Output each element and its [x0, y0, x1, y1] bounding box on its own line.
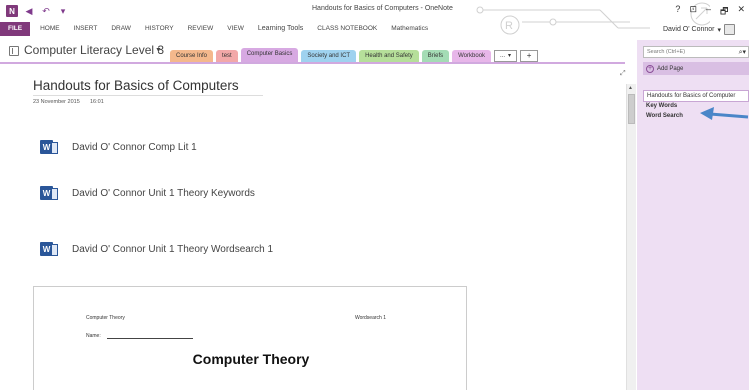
notebook-name[interactable]: Computer Literacy Level 3	[24, 43, 164, 57]
quick-access-toolbar: N ◀ ↶ ▾	[6, 5, 69, 17]
section-tab-course-info[interactable]: Course Info	[170, 50, 214, 62]
scrollbar-thumb[interactable]	[628, 94, 635, 124]
page-date: 23 November 2015	[33, 99, 80, 105]
tab-insert[interactable]: INSERT	[67, 22, 105, 36]
onenote-logo-icon: N	[6, 5, 18, 17]
section-tab-health-and-safety[interactable]: Health and Safety	[359, 50, 419, 62]
tab-review[interactable]: REVIEW	[181, 22, 221, 36]
section-tab-test[interactable]: test	[216, 50, 238, 62]
section-tabs: Course Info test Computer Basics Society…	[170, 48, 539, 62]
user-account[interactable]: David O' Connor ▾	[663, 24, 735, 35]
printout-course: Computer Theory	[86, 315, 125, 321]
annotation-arrow-icon	[700, 107, 749, 120]
tab-home[interactable]: HOME	[33, 22, 67, 36]
back-icon[interactable]: ◀	[23, 5, 35, 17]
tab-view[interactable]: VIEW	[220, 22, 251, 36]
window-title: Handouts for Basics of Computers - OneNo…	[312, 5, 453, 12]
ribbon-tabs: FILE HOME INSERT DRAW HISTORY REVIEW VIE…	[0, 22, 435, 36]
notebook-icon[interactable]	[9, 46, 19, 56]
printout-heading: Computer Theory	[192, 351, 310, 367]
tab-mathematics[interactable]: Mathematics	[384, 22, 435, 36]
close-icon[interactable]: ✕	[737, 4, 745, 20]
printout-name-line	[107, 338, 193, 339]
add-section-button[interactable]: +	[520, 50, 539, 62]
attachment-item[interactable]: W David O' Connor Unit 1 Theory Wordsear…	[40, 242, 273, 256]
section-tab-briefs[interactable]: Briefs	[421, 50, 450, 62]
document-printout: Computer Theory Wordsearch 1 Name: Compu…	[33, 286, 467, 390]
attachment-name: David O' Connor Comp Lit 1	[72, 141, 197, 153]
section-tab-workbook[interactable]: Workbook	[452, 50, 492, 62]
word-doc-icon: W	[40, 242, 58, 256]
word-doc-icon: W	[40, 140, 58, 154]
add-icon: +	[646, 64, 654, 73]
expand-icon[interactable]: ⤢	[620, 70, 626, 78]
more-sections-button[interactable]: ... ▾	[494, 50, 518, 62]
add-page-label: Add Page	[657, 65, 684, 72]
add-page-button[interactable]: + Add Page	[643, 62, 749, 75]
search-placeholder: Search (Ctrl+E)	[647, 49, 686, 55]
svg-text:R: R	[505, 20, 513, 32]
attachment-item[interactable]: W David O' Connor Comp Lit 1	[40, 140, 197, 154]
printout-name-label: Name:	[86, 333, 101, 339]
undo-icon[interactable]: ↶	[40, 5, 52, 17]
more-sections-label: ...	[500, 53, 506, 59]
ribbon-display-icon[interactable]: ⊡	[689, 4, 697, 20]
page-list-pane: Search (Ctrl+E) ⌕▾ + Add Page Handouts f…	[637, 40, 749, 390]
tab-class-notebook[interactable]: CLASS NOTEBOOK	[310, 22, 384, 36]
section-tab-computer-basics[interactable]: Computer Basics	[240, 48, 299, 62]
help-icon[interactable]: ?	[675, 4, 680, 20]
search-icon[interactable]: ⌕▾	[739, 48, 746, 57]
tab-learning-tools[interactable]: Learning Tools	[251, 22, 310, 36]
window-controls: ? ⊡ – 🗗 ✕	[675, 4, 745, 20]
word-doc-icon: W	[40, 186, 58, 200]
user-name-label: David O' Connor	[662, 26, 715, 33]
section-tab-society-and-ict[interactable]: Society and ICT	[301, 50, 357, 62]
tab-file[interactable]: FILE	[0, 22, 31, 36]
vertical-scrollbar[interactable]: ▲	[626, 84, 636, 390]
page-canvas[interactable]: Handouts for Basics of Computers 23 Nove…	[0, 62, 626, 390]
title-underline	[33, 95, 263, 96]
page-time: 16:01	[90, 99, 104, 105]
page-title[interactable]: Handouts for Basics of Computers	[33, 78, 239, 93]
attachment-name: David O' Connor Unit 1 Theory Keywords	[72, 187, 255, 199]
title-bar: N ◀ ↶ ▾ R Handouts for Basics of Compute…	[0, 0, 749, 40]
scroll-up-icon[interactable]: ▲	[628, 85, 633, 91]
customize-qat-icon[interactable]: ▾	[57, 5, 69, 17]
avatar	[724, 24, 735, 35]
tab-draw[interactable]: DRAW	[104, 22, 138, 36]
restore-icon[interactable]: 🗗	[720, 4, 728, 20]
printout-tag: Wordsearch 1	[354, 315, 386, 321]
chevron-down-icon: ▾	[508, 53, 512, 59]
attachment-item[interactable]: W David O' Connor Unit 1 Theory Keywords	[40, 186, 255, 200]
attachment-name: David O' Connor Unit 1 Theory Wordsearch…	[72, 243, 274, 255]
search-input[interactable]: Search (Ctrl+E) ⌕▾	[643, 46, 749, 58]
section-bar: Computer Literacy Level 3 ▼ Course Info …	[0, 40, 629, 62]
tab-history[interactable]: HISTORY	[138, 22, 181, 36]
minimize-icon[interactable]: –	[706, 4, 711, 20]
dropdown-icon: ▾	[717, 26, 721, 34]
chevron-down-icon[interactable]: ▼	[155, 47, 162, 54]
